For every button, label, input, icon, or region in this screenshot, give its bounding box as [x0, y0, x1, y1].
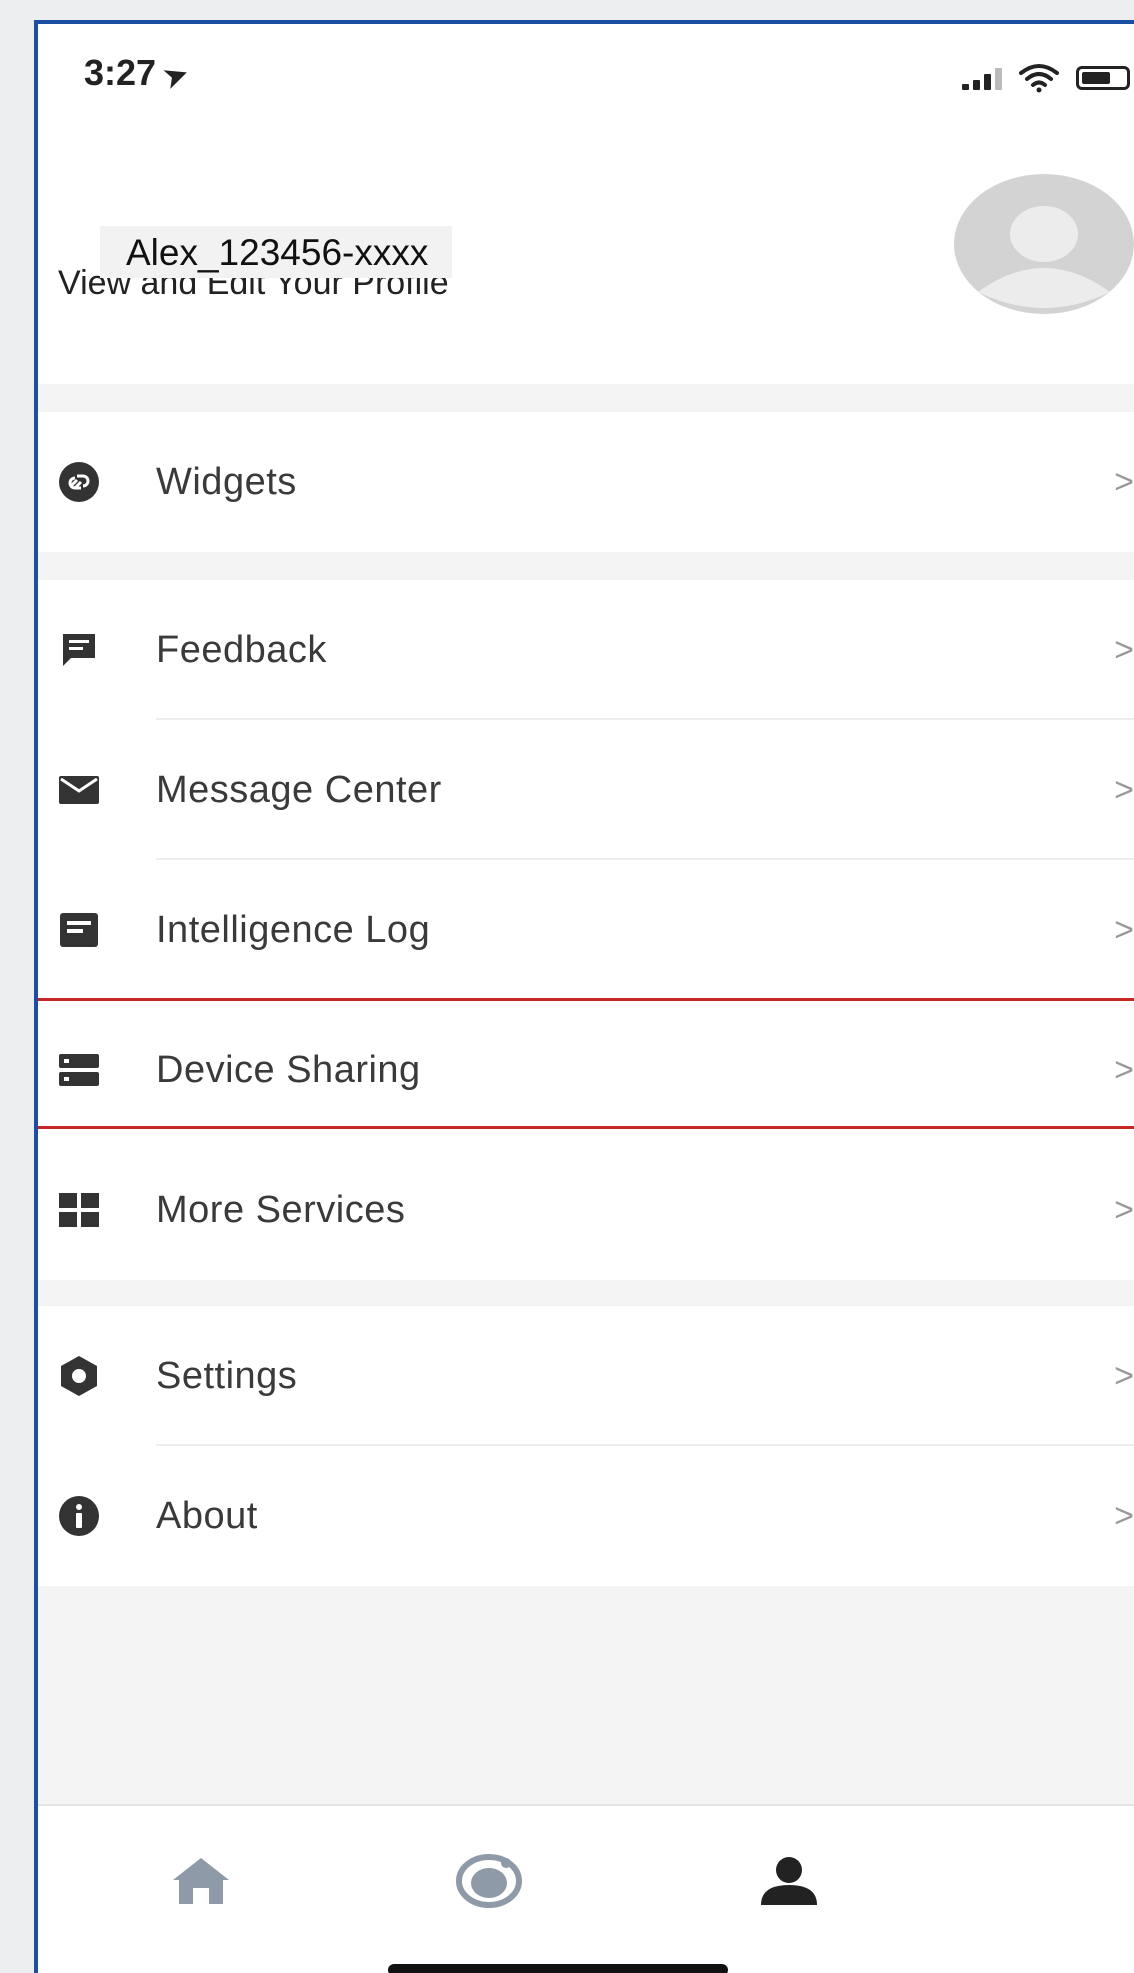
menu-item-feedback[interactable]: Feedback >: [38, 580, 1134, 720]
status-icons: [962, 58, 1134, 98]
profile-name: Alex_123456-xxxx: [100, 226, 453, 278]
cellular-signal-icon: [962, 66, 1002, 90]
chevron-right-icon: >: [1114, 770, 1134, 809]
app-screen: 3:27 ➤ View and Edit Your Profile Alex_12…: [34, 20, 1134, 1973]
envelope-icon: [56, 767, 102, 813]
hexagon-gear-icon: [56, 1353, 102, 1399]
home-icon: [173, 1858, 229, 1904]
menu-item-message-center[interactable]: Message Center >: [38, 720, 1134, 860]
menu-group-main: Feedback > Message Center > Intelligence…: [38, 580, 1134, 1280]
menu-item-device-sharing[interactable]: Device Sharing >: [38, 1000, 1134, 1140]
wifi-icon: [1019, 64, 1059, 93]
person-icon: [761, 1857, 817, 1905]
tab-home[interactable]: [166, 1846, 236, 1916]
menu-label-message-center: Message Center: [156, 768, 442, 811]
chevron-right-icon: >: [1114, 462, 1134, 501]
menu-item-settings[interactable]: Settings >: [38, 1306, 1134, 1446]
scene-icon: [456, 1854, 522, 1908]
menu-label-settings: Settings: [156, 1354, 298, 1397]
chevron-right-icon: >: [1114, 1496, 1134, 1535]
home-indicator: [388, 1964, 728, 1973]
menu-label-feedback: Feedback: [156, 628, 327, 671]
tab-scene[interactable]: [454, 1846, 524, 1916]
menu-group-settings: Settings > About >: [38, 1306, 1134, 1586]
menu-item-intelligence-log[interactable]: Intelligence Log >: [38, 860, 1134, 1000]
location-arrow-icon: ➤: [159, 56, 193, 95]
menu-label-about: About: [156, 1494, 258, 1537]
avatar[interactable]: [954, 174, 1134, 314]
tab-profile[interactable]: [754, 1846, 824, 1916]
profile-header[interactable]: View and Edit Your Profile Alex_123456-x…: [38, 144, 1134, 384]
chevron-right-icon: >: [1114, 630, 1134, 669]
menu-group-widgets: Widgets >: [38, 412, 1134, 552]
chevron-right-icon: >: [1114, 910, 1134, 949]
menu-label-widgets: Widgets: [156, 460, 297, 503]
status-time: 3:27 ➤: [84, 52, 192, 94]
highlight-bottom-border: [38, 1126, 1134, 1129]
time-text: 3:27: [84, 52, 157, 93]
log-icon: [56, 907, 102, 953]
chevron-right-icon: >: [1114, 1050, 1134, 1089]
chevron-right-icon: >: [1114, 1190, 1134, 1229]
menu-item-widgets[interactable]: Widgets >: [38, 412, 1134, 552]
status-bar: 3:27 ➤: [38, 24, 1134, 144]
menu-label-device-sharing: Device Sharing: [156, 1048, 421, 1091]
chevron-right-icon: >: [1114, 1356, 1134, 1395]
menu-label-intelligence-log: Intelligence Log: [156, 908, 431, 951]
grid-icon: [56, 1187, 102, 1233]
menu-item-more-services[interactable]: More Services >: [38, 1140, 1134, 1280]
bottom-tab-bar: [38, 1804, 1134, 1973]
info-icon: [56, 1493, 102, 1539]
chat-icon: [56, 627, 102, 673]
server-icon: [56, 1047, 102, 1093]
menu-label-more-services: More Services: [156, 1188, 406, 1231]
menu-item-about[interactable]: About >: [38, 1446, 1134, 1586]
link-circle-icon: [56, 459, 102, 505]
battery-icon: [1076, 66, 1130, 90]
